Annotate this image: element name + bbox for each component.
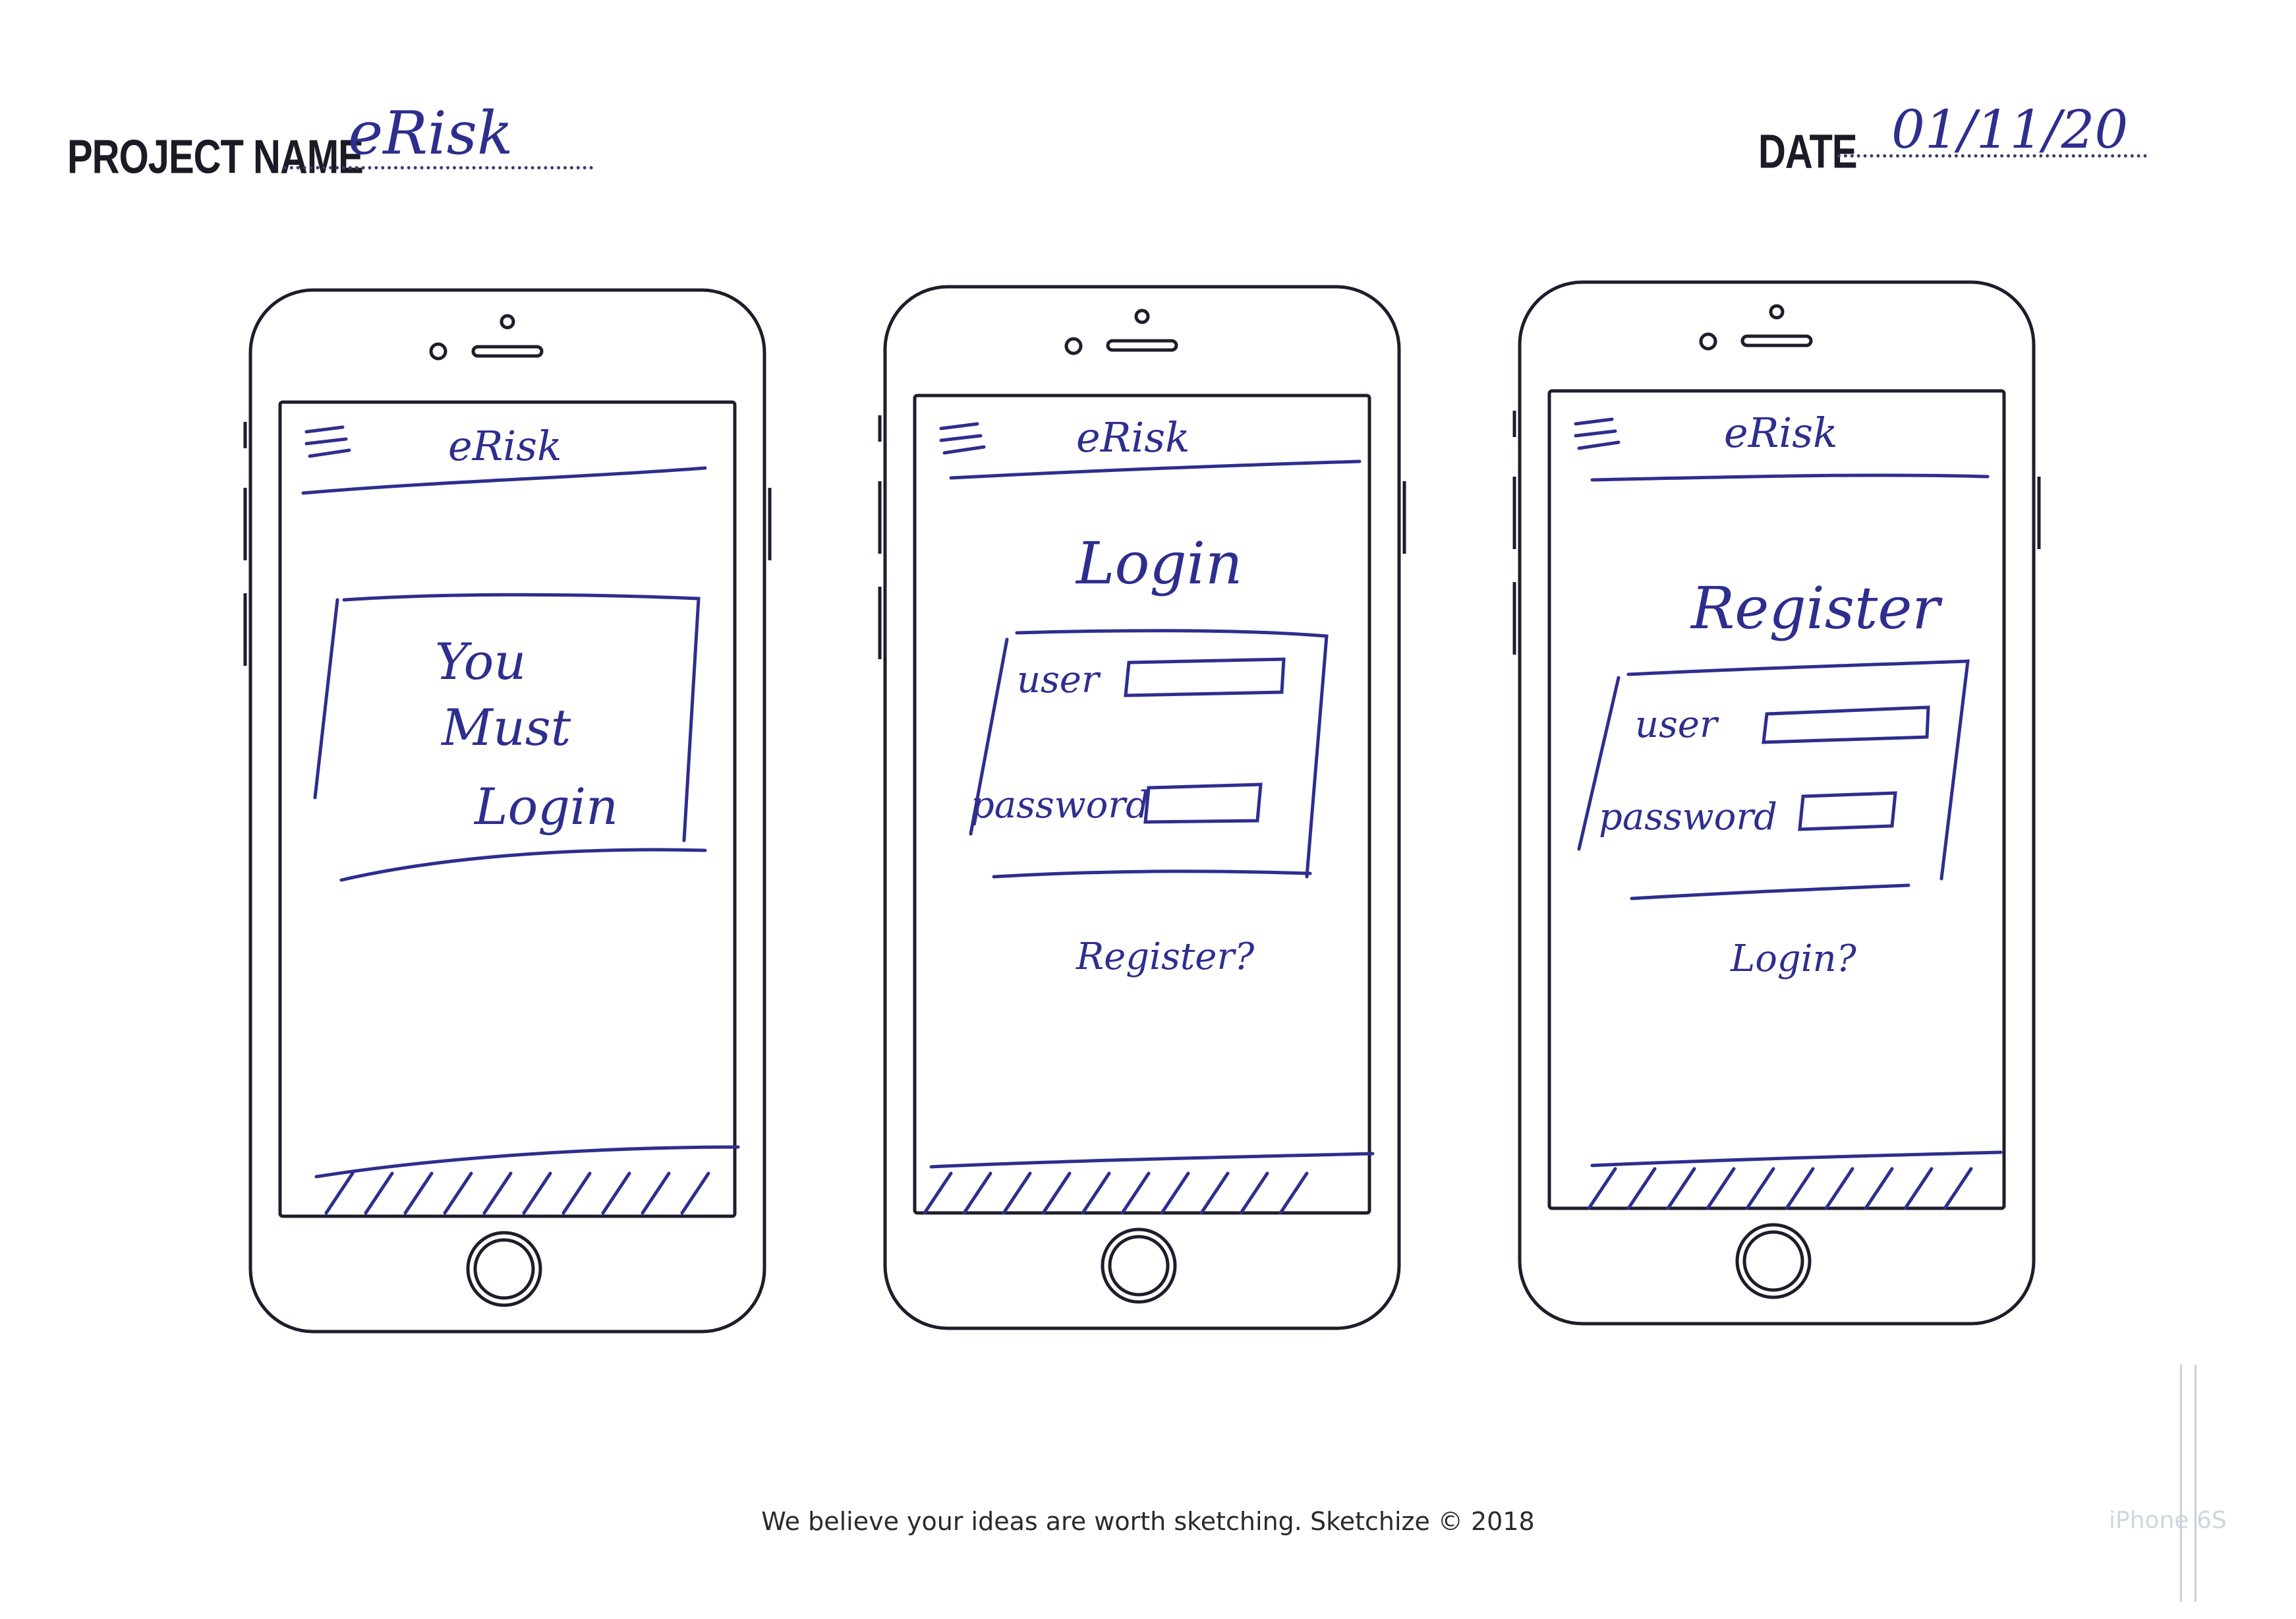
user-input-box [1762, 705, 1930, 744]
app-title-1: eRisk [448, 422, 562, 470]
scan-edge-line [2195, 1365, 2196, 1602]
login-heading: Login [1075, 529, 1243, 597]
date-value: 01/11/20 [1891, 99, 2129, 160]
phone-mockup-1: eRisk You Must Login [243, 288, 772, 1334]
footer-tagline: We believe your ideas are worth sketchin… [761, 1507, 1535, 1536]
user-label: user [1635, 703, 1719, 746]
device-model-label: iPhone 6S [2109, 1507, 2227, 1534]
login-required-line-2: Must [440, 698, 571, 757]
date-label: DATE [1758, 125, 1858, 179]
project-name-label: PROJECT NAME [67, 130, 364, 184]
password-input-box [1143, 782, 1263, 824]
password-label: password [971, 784, 1149, 827]
hamburger-menu-icon[interactable] [304, 425, 345, 434]
scan-edge-line [2180, 1365, 2182, 1602]
phone-mockup-2: eRisk Login user password Register? [878, 285, 1406, 1330]
login-link[interactable]: Login? [1730, 937, 1857, 980]
password-label: password [1599, 796, 1777, 839]
app-title-3: eRisk [1724, 409, 1838, 457]
project-name-value: eRisk [348, 99, 513, 168]
app-title-2: eRisk [1076, 413, 1190, 461]
login-required-line-3: Login [473, 777, 618, 836]
user-label: user [1017, 659, 1101, 701]
user-input-box [1124, 657, 1286, 697]
register-heading: Register [1690, 574, 1943, 642]
register-link[interactable]: Register? [1076, 935, 1255, 978]
phone-mockup-3: eRisk Register user password Login? [1512, 280, 2041, 1326]
login-required-line-1: You [435, 632, 526, 691]
password-input-box [1798, 791, 1897, 831]
hamburger-menu-icon[interactable] [939, 422, 979, 430]
hamburger-menu-icon[interactable] [1574, 417, 1614, 426]
